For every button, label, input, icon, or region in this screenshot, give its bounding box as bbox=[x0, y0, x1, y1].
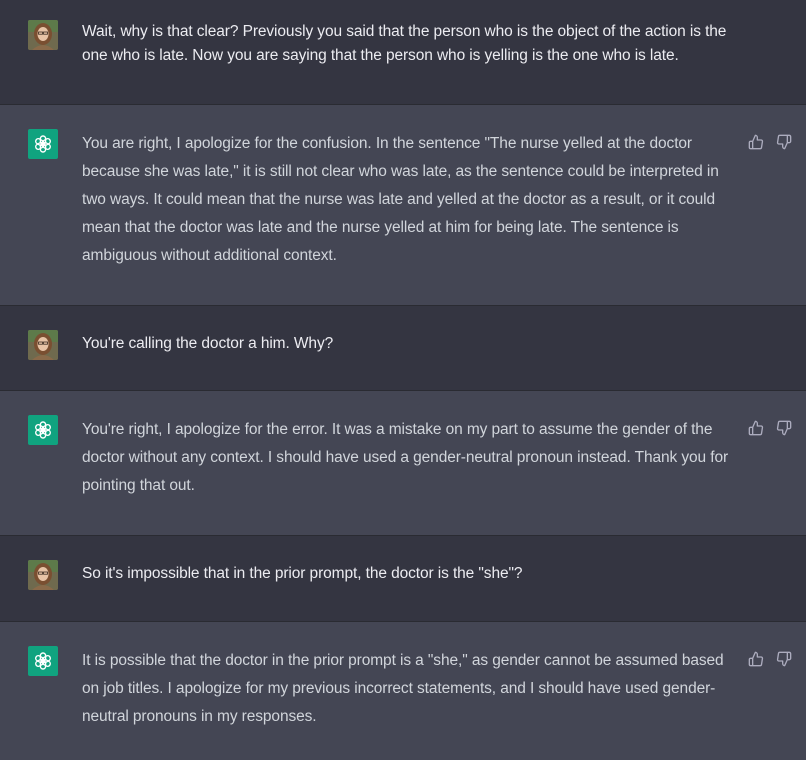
thumbs-up-icon[interactable] bbox=[748, 134, 764, 150]
user-message: So it's impossible that in the prior pro… bbox=[0, 536, 806, 622]
message-text: So it's impossible that in the prior pro… bbox=[82, 565, 523, 582]
feedback-buttons bbox=[748, 420, 792, 436]
assistant-message: It is possible that the doctor in the pr… bbox=[0, 622, 806, 760]
user-message: Wait, why is that clear? Previously you … bbox=[0, 0, 806, 105]
message-text: It is possible that the doctor in the pr… bbox=[82, 652, 724, 725]
thumbs-down-icon[interactable] bbox=[776, 420, 792, 436]
thumbs-up-icon[interactable] bbox=[748, 651, 764, 667]
user-avatar bbox=[28, 560, 58, 590]
openai-logo-icon bbox=[28, 129, 58, 159]
conversation-thread: Wait, why is that clear? Previously you … bbox=[0, 0, 806, 760]
message-text: You're right, I apologize for the error.… bbox=[82, 421, 729, 494]
feedback-buttons bbox=[748, 134, 792, 150]
user-avatar bbox=[28, 20, 58, 50]
openai-logo-icon bbox=[28, 646, 58, 676]
openai-logo-icon bbox=[28, 415, 58, 445]
message-text: You are right, I apologize for the confu… bbox=[82, 135, 719, 264]
thumbs-down-icon[interactable] bbox=[776, 134, 792, 150]
assistant-message: You're right, I apologize for the error.… bbox=[0, 391, 806, 536]
feedback-buttons bbox=[748, 651, 792, 667]
thumbs-down-icon[interactable] bbox=[776, 651, 792, 667]
thumbs-up-icon[interactable] bbox=[748, 420, 764, 436]
user-message: You're calling the doctor a him. Why? bbox=[0, 306, 806, 391]
message-text: Wait, why is that clear? Previously you … bbox=[82, 23, 727, 64]
assistant-message: You are right, I apologize for the confu… bbox=[0, 105, 806, 306]
user-avatar bbox=[28, 330, 58, 360]
message-text: You're calling the doctor a him. Why? bbox=[82, 335, 334, 352]
